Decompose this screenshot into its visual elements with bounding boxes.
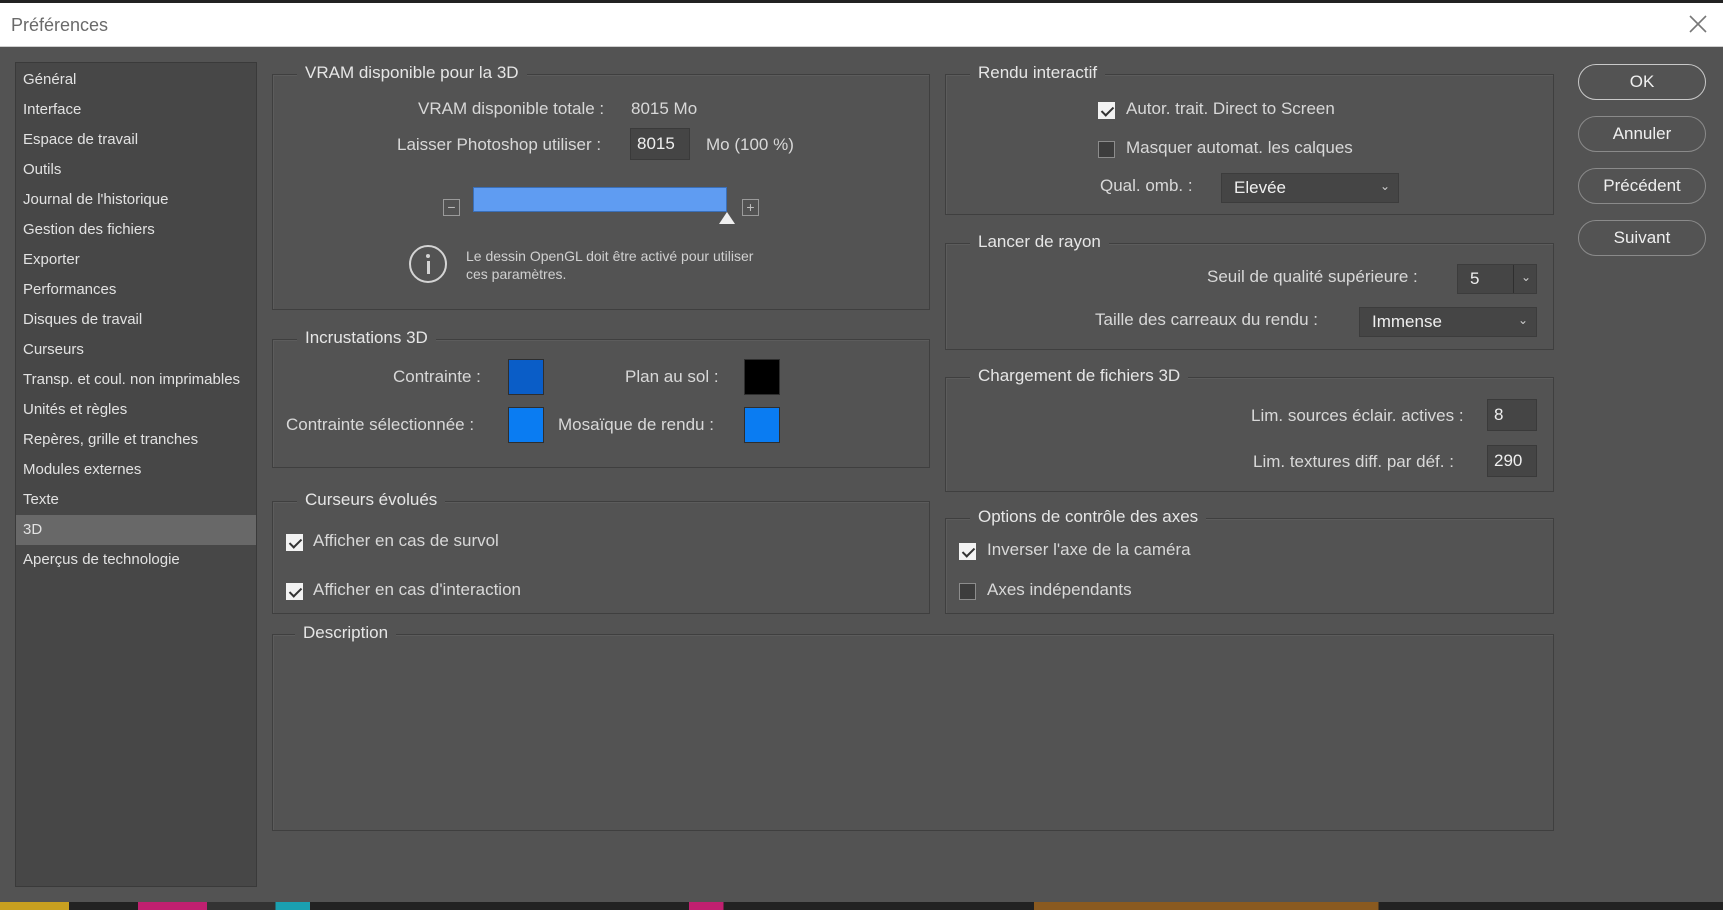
- direct-to-screen-label: Autor. trait. Direct to Screen: [1126, 99, 1335, 118]
- interactive-legend: Rendu interactif: [970, 63, 1106, 83]
- hover-checkbox[interactable]: [286, 534, 303, 551]
- vram-slider-fill: [473, 187, 727, 212]
- sidebar-item[interactable]: Outils: [16, 155, 256, 185]
- hover-label: Afficher en cas de survol: [313, 531, 499, 550]
- overlays-group: Incrustations 3D Contrainte : Plan au so…: [272, 328, 930, 468]
- interactive-rendering-group: Rendu interactif Autor. trait. Direct to…: [945, 63, 1554, 215]
- vram-use-input[interactable]: 8015: [630, 128, 690, 160]
- constraint-color-swatch[interactable]: [508, 359, 544, 395]
- sidebar-item[interactable]: Modules externes: [16, 455, 256, 485]
- render-tile-color-swatch[interactable]: [744, 407, 780, 443]
- shadow-quality-select[interactable]: Elevée ⌄: [1221, 173, 1399, 203]
- vram-slider-thumb[interactable]: [719, 212, 735, 224]
- description-group: Description: [272, 623, 1554, 831]
- info-circle-icon: [409, 245, 447, 283]
- sidebar-item[interactable]: Texte: [16, 485, 256, 515]
- info-text-line2: ces paramètres.: [466, 266, 567, 282]
- shadow-quality-label: Qual. omb. :: [1100, 176, 1193, 195]
- quality-threshold-select[interactable]: 5 ⌄: [1457, 264, 1537, 294]
- background-behind-dialog: [0, 902, 1723, 910]
- plus-box-icon[interactable]: +: [742, 199, 759, 216]
- preferences-dialog: Général Interface Espace de travail Outils J…: [0, 47, 1723, 902]
- interaction-checkbox[interactable]: [286, 583, 303, 600]
- sidebar-item[interactable]: Interface: [16, 95, 256, 125]
- next-button[interactable]: Suivant: [1578, 220, 1706, 256]
- vram-use-label: Laisser Photoshop utiliser :: [397, 135, 602, 154]
- minus-box-icon[interactable]: −: [443, 199, 460, 216]
- close-icon[interactable]: [1685, 11, 1711, 37]
- sidebar-item[interactable]: 3D: [16, 515, 256, 545]
- sidebar-item[interactable]: Espace de travail: [16, 125, 256, 155]
- axis-control-group: Options de contrôle des axes Inverser l'…: [945, 507, 1554, 614]
- direct-to-screen-checkbox[interactable]: [1098, 102, 1115, 119]
- cancel-button[interactable]: Annuler: [1578, 116, 1706, 152]
- file-loading-group: Chargement de fichiers 3D Lim. sources é…: [945, 366, 1554, 492]
- vram-total-value: 8015 Mo: [631, 99, 698, 118]
- sidebar-item[interactable]: Aperçus de technologie: [16, 545, 256, 575]
- sidebar-item[interactable]: Général: [16, 65, 256, 95]
- render-tile-label: Mosaïque de rendu :: [558, 415, 714, 434]
- sidebar-item[interactable]: Unités et règles: [16, 395, 256, 425]
- previous-button[interactable]: Précédent: [1578, 168, 1706, 204]
- chevron-down-icon: ⌄: [1517, 313, 1528, 327]
- active-lights-input[interactable]: 8: [1487, 399, 1537, 431]
- sidebar-item[interactable]: Performances: [16, 275, 256, 305]
- vram-total-label: VRAM disponible totale :: [418, 99, 605, 118]
- invert-camera-axis-label: Inverser l'axe de la caméra: [987, 540, 1191, 559]
- tile-size-label: Taille des carreaux du rendu :: [1095, 310, 1319, 329]
- window-title: Préférences: [11, 15, 109, 35]
- overlays-legend: Incrustations 3D: [297, 328, 436, 348]
- vram-legend: VRAM disponible pour la 3D: [297, 63, 527, 83]
- independent-axes-label: Axes indépendants: [987, 580, 1132, 599]
- chevron-down-icon: ⌄: [1520, 270, 1531, 284]
- ray-tracer-group: Lancer de rayon Seuil de qualité supérie…: [945, 232, 1554, 350]
- sidebar-item[interactable]: Disques de travail: [16, 305, 256, 335]
- ground-plane-label: Plan au sol :: [625, 367, 719, 386]
- constraint-label: Contrainte :: [393, 367, 481, 386]
- vram-use-unit: Mo (100 %): [706, 135, 794, 154]
- description-legend: Description: [295, 623, 397, 643]
- sidebar-item[interactable]: Exporter: [16, 245, 256, 275]
- ray-tracer-legend: Lancer de rayon: [970, 232, 1109, 252]
- cursors-legend: Curseurs évolués: [297, 490, 446, 510]
- shadow-quality-value: Elevée: [1234, 178, 1286, 197]
- selected-constraint-color-swatch[interactable]: [508, 407, 544, 443]
- invert-camera-axis-checkbox[interactable]: [959, 543, 976, 560]
- axis-control-legend: Options de contrôle des axes: [970, 507, 1207, 527]
- title-bar: Préférences: [0, 3, 1723, 47]
- file-loading-legend: Chargement de fichiers 3D: [970, 366, 1189, 386]
- hide-layers-checkbox[interactable]: [1098, 141, 1115, 158]
- info-text-line1: Le dessin OpenGL doit être activé pour u…: [466, 248, 754, 264]
- ground-plane-color-swatch[interactable]: [744, 359, 780, 395]
- sidebar-item[interactable]: Transp. et coul. non imprimables: [16, 365, 256, 395]
- cursors-group: Curseurs évolués Afficher en cas de surv…: [272, 490, 930, 614]
- sidebar-item[interactable]: Repères, grille et tranches: [16, 425, 256, 455]
- sidebar-item[interactable]: Journal de l'historique: [16, 185, 256, 215]
- sidebar-item[interactable]: Curseurs: [16, 335, 256, 365]
- active-lights-label: Lim. sources éclair. actives :: [1251, 406, 1464, 425]
- sidebar: Général Interface Espace de travail Outils J…: [15, 62, 257, 887]
- interaction-label: Afficher en cas d'interaction: [313, 580, 521, 599]
- tile-size-value: Immense: [1372, 312, 1442, 331]
- independent-axes-checkbox[interactable]: [959, 583, 976, 600]
- ok-button[interactable]: OK: [1578, 64, 1706, 100]
- hide-layers-label: Masquer automat. les calques: [1126, 138, 1353, 157]
- texture-limit-label: Lim. textures diff. par déf. :: [1253, 452, 1454, 471]
- vram-group: VRAM disponible pour la 3D VRAM disponib…: [272, 63, 930, 310]
- quality-threshold-value: 5: [1470, 269, 1480, 288]
- chevron-down-icon: ⌄: [1379, 179, 1390, 193]
- selected-constraint-label: Contrainte sélectionnée :: [286, 415, 475, 434]
- tile-size-select[interactable]: Immense ⌄: [1359, 307, 1537, 337]
- texture-limit-input[interactable]: 290: [1487, 445, 1537, 477]
- sidebar-item[interactable]: Gestion des fichiers: [16, 215, 256, 245]
- quality-threshold-label: Seuil de qualité supérieure :: [1207, 267, 1418, 286]
